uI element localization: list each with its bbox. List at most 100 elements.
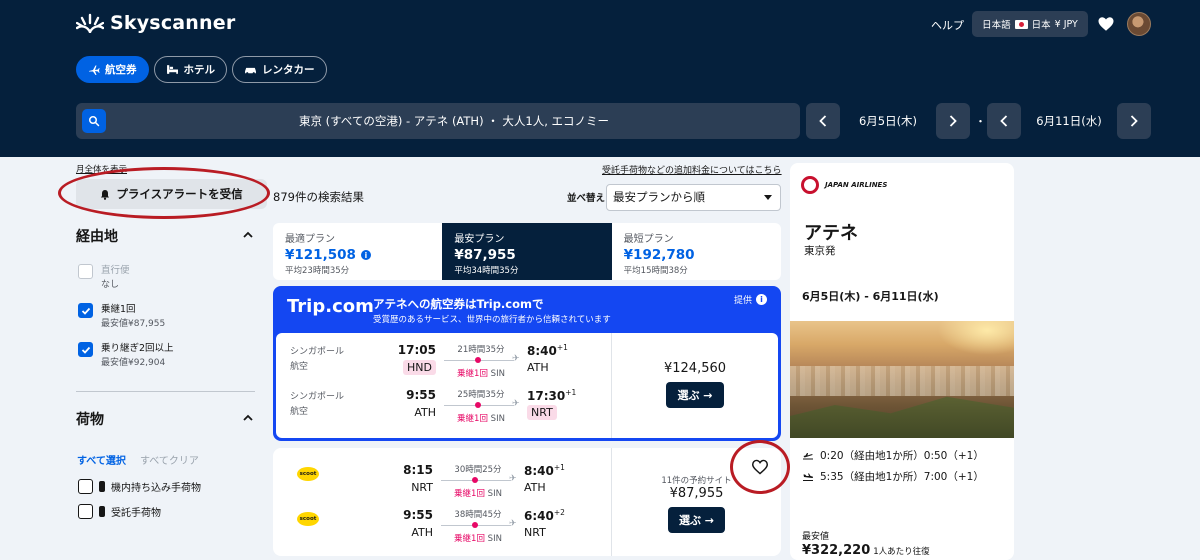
tab-best[interactable]: 最適プラン ¥121,508 i 平均23時間35分 (273, 223, 442, 280)
tab-fastest[interactable]: 最短プラン ¥192,780 平均15時間38分 (612, 223, 781, 280)
depart-next-button[interactable] (936, 103, 970, 139)
return-text: 5:35（経由地1か所）7:00（+1） (820, 471, 984, 483)
checked-bag-icon (99, 506, 105, 517)
stop-dot (472, 477, 478, 483)
info-icon[interactable]: i (360, 250, 371, 260)
user-avatar[interactable] (1127, 12, 1151, 36)
chevron-up-icon[interactable] (243, 413, 253, 423)
tab-car-hire[interactable]: レンタカー (232, 56, 327, 83)
select-all-link[interactable]: すべて選択 (77, 452, 126, 467)
tab-label: 最適プラン (285, 234, 335, 245)
departure-time: 17:05 (397, 343, 436, 357)
ad-destination: アテネ (804, 223, 858, 244)
stops-option-two-plus[interactable]: 乗り継ぎ2回以上 最安値¥92,904 (78, 342, 174, 370)
tab-flights[interactable]: 航空券 (76, 56, 149, 83)
cabin-bag-icon (99, 481, 105, 492)
japan-flag-icon (1014, 19, 1028, 29)
select-button[interactable]: 選ぶ → (667, 507, 726, 533)
ad-price: ¥322,220 1人あたり往復 (802, 543, 930, 558)
plane-icon: ✈ (509, 474, 517, 484)
checkbox-checked[interactable] (78, 342, 93, 357)
checkbox-checked[interactable] (78, 303, 93, 318)
lowest-price-label: 最安値 (802, 532, 830, 542)
takeoff-icon (803, 452, 813, 459)
stop-airport: SIN (490, 414, 505, 424)
stop-airport: SIN (487, 534, 502, 544)
divider (76, 391, 255, 392)
depart-prev-button[interactable] (806, 103, 840, 139)
chevron-up-icon[interactable] (243, 230, 253, 240)
sort-select[interactable]: 最安プランから順 (606, 184, 781, 211)
sponsored-result-card[interactable]: Trip.com アテネへの航空券はTrip.comで 受賞歴のあるサービス、世… (273, 286, 781, 441)
tab-cheapest[interactable]: 最安プラン ¥87,955 平均34時間35分 (442, 223, 612, 280)
return-prev-button[interactable] (987, 103, 1021, 139)
airline-name: シンガポール航空 (290, 347, 345, 372)
arrival-time-value: 17:30 (527, 389, 566, 403)
tab-duration: 平均15時間38分 (623, 266, 688, 276)
flight-leg-outbound: シンガポール航空 17:05 HND 21時間35分 ✈ 乗継1回 SIN 8:… (276, 339, 611, 379)
flight-duration: 21時間35分 (457, 345, 505, 355)
option-label: 乗継1回 (101, 304, 136, 315)
depart-date[interactable]: 6月5日(木) (845, 103, 931, 139)
promo-itinerary[interactable]: シンガポール航空 17:05 HND 21時間35分 ✈ 乗継1回 SIN 8:… (276, 333, 778, 438)
checkbox[interactable] (78, 504, 93, 519)
currency-label: ¥ JPY (1054, 18, 1078, 30)
promo-title: アテネへの航空券はTrip.comで (373, 297, 544, 311)
extra-fees-link[interactable]: 受託手荷物などの追加料金についてはこちら (602, 163, 782, 176)
stops-option-one-stop[interactable]: 乗継1回 最安値¥87,955 (78, 303, 165, 331)
stop-airport: SIN (490, 369, 505, 379)
plane-icon (89, 65, 100, 75)
sponsored-label[interactable]: 提供 i (734, 293, 768, 306)
tab-label: 最安プラン (454, 234, 505, 245)
ad-price-value: ¥322,220 (802, 543, 871, 558)
arrival-time-value: 8:40 (524, 464, 554, 478)
flight-leg-return: 9:55 ATH 38時間45分 ✈ 乗継1回 SIN 6:40+2 NRT (273, 504, 608, 544)
check-icon (81, 307, 90, 315)
check-icon (81, 346, 90, 354)
departure-time: 9:55 (403, 508, 433, 522)
option-label: 受託手荷物 (111, 508, 161, 519)
promo-subtitle: 受賞歴のあるサービス、世界中の旅行者から信頼されています (373, 315, 611, 325)
chevron-left-icon (819, 115, 827, 127)
jal-logo-text: JAPAN AIRLINES (825, 181, 888, 189)
result-card[interactable]: scoot 8:15 NRT 30時間25分 ✈ 乗継1回 SIN 8:40+1… (273, 448, 781, 556)
chevron-right-icon (949, 115, 957, 127)
tab-price: ¥121,508 (285, 247, 356, 263)
product-tabs: 航空券 ホテル レンタカー (76, 56, 327, 83)
checkbox[interactable] (78, 479, 93, 494)
return-date[interactable]: 6月11日(水) (1026, 103, 1112, 139)
skyscanner-logo[interactable]: Skyscanner (76, 12, 235, 34)
jal-advertisement[interactable]: JAPAN AIRLINES アテネ 東京発 6月5日(木) - 6月11日(水… (790, 163, 1014, 560)
checkbox[interactable] (78, 264, 93, 279)
flight-duration: 30時間25分 (454, 465, 502, 475)
ad-return: 5:35（経由地1か所）7:00（+1） (802, 469, 984, 484)
ad-outbound: 0:20（経由地1か所）0:50（+1） (802, 448, 984, 463)
day-offset: +2 (553, 508, 565, 517)
day-offset: +1 (553, 463, 565, 472)
departure-airport: HND (403, 360, 436, 375)
airline-name: シンガポール航空 (290, 392, 345, 417)
annotation-circle (58, 167, 270, 219)
baggage-option-checked[interactable]: 受託手荷物 (78, 504, 161, 519)
departure-time: 9:55 (406, 388, 436, 402)
help-link[interactable]: ヘルプ (931, 17, 964, 33)
country-label: 日本 (1031, 20, 1051, 31)
clear-all-link[interactable]: すべてクリア (140, 452, 199, 467)
ad-origin: 東京発 (804, 245, 836, 257)
option-label: 直行便 (101, 265, 130, 276)
tab-flights-label: 航空券 (105, 64, 137, 76)
saved-heart-icon[interactable] (1097, 15, 1115, 33)
stop-airport: SIN (487, 489, 502, 499)
return-next-button[interactable] (1117, 103, 1151, 139)
search-summary-bar[interactable]: 東京 (すべての空港) - アテネ (ATH) ・ 大人1人, エコノミー (76, 103, 800, 139)
baggage-option-cabin[interactable]: 機内持ち込み手荷物 (78, 479, 201, 494)
tab-hotels[interactable]: ホテル (153, 56, 227, 83)
jal-logo: JAPAN AIRLINES (801, 176, 887, 194)
athens-photo (790, 321, 1014, 438)
stops-option-direct[interactable]: 直行便 なし (78, 264, 130, 292)
select-button[interactable]: 選ぶ → (666, 382, 724, 408)
search-icon[interactable] (82, 109, 106, 133)
locale-button[interactable]: 日本語 日本 ¥ JPY (972, 11, 1088, 37)
tab-duration: 平均34時間35分 (454, 266, 519, 276)
language-label: 日本語 (982, 20, 1011, 31)
